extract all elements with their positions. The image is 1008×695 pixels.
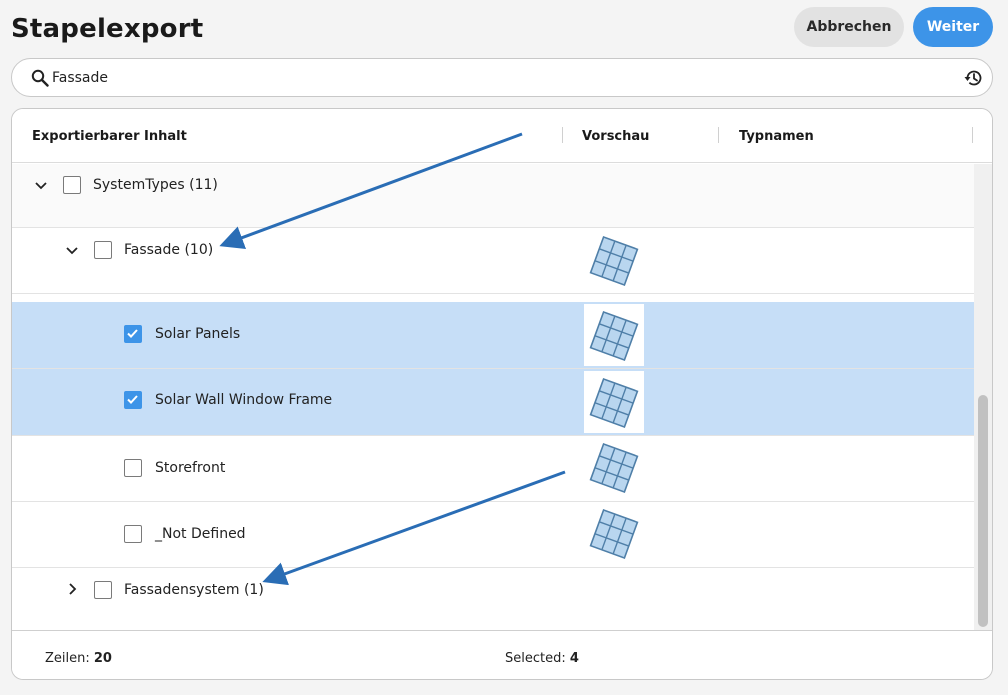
export-table-panel: Exportierbarer Inhalt Vorschau Typnamen … <box>11 108 993 680</box>
vertical-scrollbar[interactable] <box>974 164 992 630</box>
column-header-content[interactable]: Exportierbarer Inhalt <box>32 129 187 144</box>
selected-count: Selected: 4 <box>505 651 579 666</box>
row-checkbox[interactable] <box>94 581 112 599</box>
preview-thumbnail <box>584 229 644 293</box>
curtain-wall-icon <box>589 442 639 494</box>
preview-thumbnail <box>584 502 644 564</box>
curtain-wall-icon <box>589 377 639 429</box>
row-checkbox[interactable] <box>124 459 142 477</box>
row-label: Solar Wall Window Frame <box>155 392 333 408</box>
scrollbar-thumb[interactable] <box>978 395 988 627</box>
search-bar <box>11 58 993 97</box>
row-label: Fassade (10) <box>124 242 214 258</box>
row-label: Solar Panels <box>155 326 241 342</box>
next-button[interactable]: Weiter <box>913 7 993 47</box>
table-row[interactable]: SystemTypes (11) <box>12 164 974 228</box>
row-checkbox[interactable] <box>63 176 81 194</box>
row-label: Storefront <box>155 460 226 476</box>
table-body: SystemTypes (11) Fassade (10) Solar Pane… <box>12 164 974 630</box>
column-divider[interactable] <box>972 127 973 143</box>
table-row[interactable]: Solar Panels <box>12 302 974 369</box>
chevron-right-icon[interactable] <box>65 582 79 596</box>
row-label: SystemTypes (11) <box>93 177 218 193</box>
preview-thumbnail <box>584 436 644 498</box>
table-row[interactable]: _Not Defined <box>12 502 974 568</box>
row-checkbox[interactable] <box>124 525 142 543</box>
curtain-wall-icon <box>589 508 639 560</box>
row-label: Fassadensystem (1) <box>124 582 264 598</box>
table-row[interactable]: Solar Wall Window Frame <box>12 369 974 436</box>
preview-thumbnail <box>584 304 644 366</box>
chevron-down-icon[interactable] <box>34 179 48 193</box>
column-divider[interactable] <box>562 127 563 143</box>
table-header: Exportierbarer Inhalt Vorschau Typnamen <box>12 109 992 163</box>
column-header-typenames[interactable]: Typnamen <box>739 129 814 144</box>
table-footer: Zeilen: 20 Selected: 4 <box>12 630 992 679</box>
row-label: _Not Defined <box>155 526 246 542</box>
row-checkbox[interactable] <box>124 391 142 409</box>
curtain-wall-icon <box>589 235 639 287</box>
row-count: Zeilen: 20 <box>45 651 112 666</box>
table-row[interactable]: Storefront <box>12 436 974 502</box>
curtain-wall-icon <box>589 310 639 362</box>
table-row[interactable]: Fassadensystem (1) <box>12 568 974 630</box>
page-title: Stapelexport <box>11 14 204 44</box>
search-icon <box>31 69 49 87</box>
preview-thumbnail <box>584 371 644 433</box>
column-divider[interactable] <box>718 127 719 143</box>
chevron-down-icon[interactable] <box>65 244 79 258</box>
search-input[interactable] <box>52 67 952 89</box>
row-checkbox[interactable] <box>124 325 142 343</box>
history-icon[interactable] <box>962 67 984 89</box>
cancel-button[interactable]: Abbrechen <box>794 7 904 47</box>
row-checkbox[interactable] <box>94 241 112 259</box>
table-row[interactable]: Fassade (10) <box>12 228 974 294</box>
column-header-preview[interactable]: Vorschau <box>582 129 649 144</box>
